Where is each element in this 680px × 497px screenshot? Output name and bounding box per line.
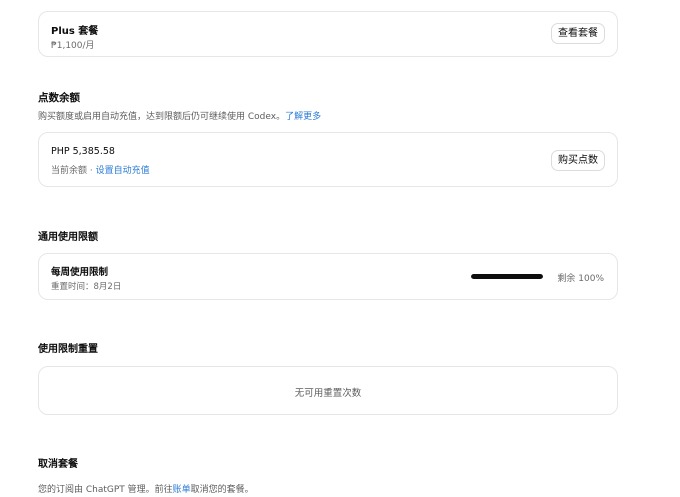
remaining-percent: 剩余 100% (557, 274, 604, 284)
cancel-text-prefix: 您的订阅由 ChatGPT 管理。前往 (38, 485, 173, 495)
limit-reset-card: 无可用重置次数 (38, 366, 618, 415)
plan-price: ₱1,100/月 (51, 41, 95, 51)
credit-balance-subline: 当前余额 · 设置自动充值 (51, 163, 150, 176)
learn-more-link[interactable]: 了解更多 (285, 112, 321, 122)
credit-balance-amount: PHP 5,385.58 (51, 146, 115, 157)
usage-limits-heading: 通用使用限额 (38, 232, 98, 243)
no-resets-message: 无可用重置次数 (294, 388, 362, 399)
cancel-plan-description: 您的订阅由 ChatGPT 管理。前往账单取消您的套餐。 (38, 482, 254, 495)
credit-balance-card: PHP 5,385.58 当前余额 · 设置自动充值 购买点数 (38, 132, 618, 187)
buy-credits-button[interactable]: 购买点数 (551, 150, 605, 171)
credits-description-text: 购买额度或启用自动充值，达到限额后仍可继续使用 Codex。 (38, 112, 286, 122)
limit-reset-heading: 使用限制重置 (38, 344, 98, 355)
auto-topup-link[interactable]: 设置自动充值 (96, 166, 150, 176)
billing-link[interactable]: 账单 (173, 485, 191, 495)
weekly-limit-reset: 重置时间：8月2日 (51, 282, 122, 292)
credits-heading: 点数余额 (38, 92, 80, 104)
weekly-usage-progress-bar (471, 274, 543, 279)
weekly-limit-title: 每周使用限制 (51, 267, 109, 278)
weekly-usage-progress-fill (471, 274, 543, 279)
plan-name: Plus 套餐 (51, 26, 99, 37)
credits-description: 购买额度或启用自动充值，达到限额后仍可继续使用 Codex。了解更多 (38, 109, 321, 122)
view-plan-button[interactable]: 查看套餐 (551, 23, 605, 44)
billing-settings-page: Plus 套餐 ₱1,100/月 查看套餐 点数余额 购买额度或启用自动充值，达… (0, 0, 680, 497)
cancel-text-suffix: 取消您的套餐。 (190, 485, 254, 495)
weekly-limit-card: 每周使用限制 重置时间：8月2日 剩余 100% (38, 253, 618, 300)
cancel-plan-heading: 取消套餐 (38, 459, 78, 470)
current-balance-label: 当前余额 · (51, 166, 96, 176)
plan-card: Plus 套餐 ₱1,100/月 查看套餐 (38, 11, 618, 57)
